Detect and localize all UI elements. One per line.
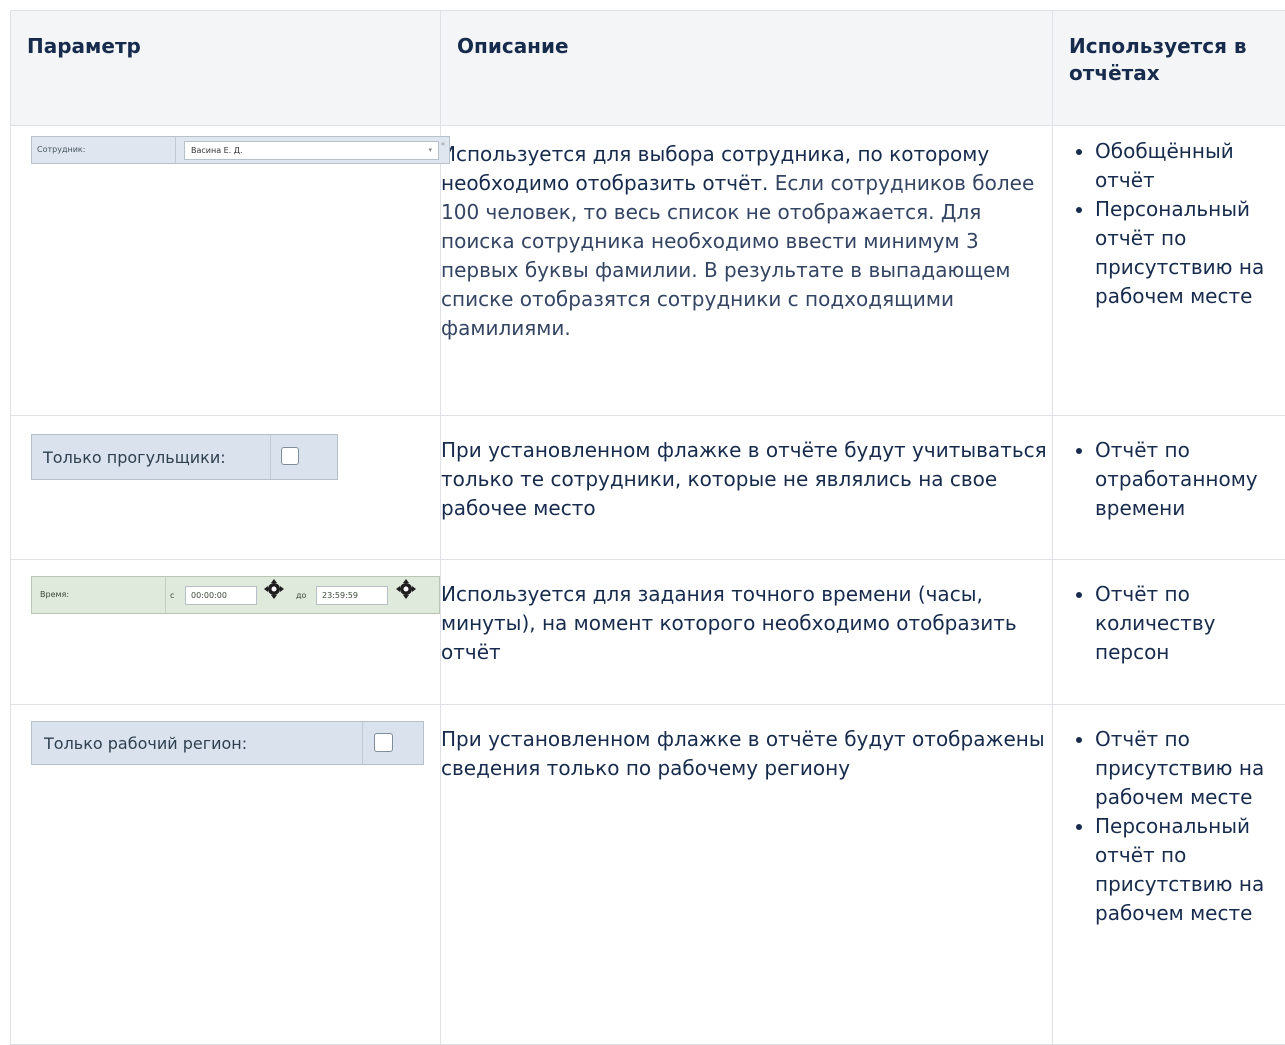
used-in-cell: Отчёт по количеству персон <box>1053 560 1285 705</box>
parameters-table: Параметр Описание Используется в отчётах… <box>10 10 1285 1045</box>
report-item: Обобщённый отчёт <box>1095 137 1285 195</box>
report-item: Персональный отчёт по присутствию на раб… <box>1095 195 1285 311</box>
report-item: Отчёт по количеству персон <box>1095 580 1285 667</box>
employee-dropdown[interactable]: Васина Е. Д. ▾ <box>184 141 439 160</box>
to-label: до <box>296 591 306 600</box>
employee-selector-widget: Сотрудник: Васина Е. Д. ▾ * <box>31 136 450 164</box>
param-cell: Время: с 00:00:00 до 23:59:59 <box>11 560 441 705</box>
report-item: Отчёт по отработанному времени <box>1095 436 1285 523</box>
report-list: Отчёт по количеству персон <box>1053 580 1285 667</box>
time-from-input[interactable]: 00:00:00 <box>185 586 257 605</box>
report-item: Персональный отчёт по присутствию на раб… <box>1095 812 1285 928</box>
used-in-cell: Отчёт по присутствию на рабочем месте Пе… <box>1053 705 1285 1045</box>
divider <box>165 577 166 613</box>
from-label: с <box>170 591 174 600</box>
used-in-cell: Отчёт по отработанному времени <box>1053 416 1285 560</box>
description-cell: При установленном флажке в отчёте будут … <box>441 705 1053 1045</box>
description-text: При установленном флажке в отчёте будут … <box>441 436 1052 523</box>
description-cell: Используется для задания точного времени… <box>441 560 1053 705</box>
work-region-only-widget: Только рабочий регион: <box>31 721 424 765</box>
chevron-down-icon: ▾ <box>428 146 432 154</box>
required-marker: * <box>441 141 445 150</box>
time-label: Время: <box>40 590 69 599</box>
time-range-widget: Время: с 00:00:00 до 23:59:59 <box>31 576 440 614</box>
divider <box>175 137 176 163</box>
truants-only-widget: Только прогульщики: <box>31 434 338 480</box>
description-note: Если сотрудников более 100 человек, то в… <box>441 171 1034 340</box>
header-used-in-label: Используется в отчётах <box>1069 34 1247 85</box>
report-item: Отчёт по присутствию на рабочем месте <box>1095 725 1285 812</box>
description-cell: Используется для выбора сотрудника, по к… <box>441 126 1053 416</box>
table-row: Только рабочий регион: При установленном… <box>11 705 1285 1045</box>
time-to-input[interactable]: 23:59:59 <box>316 586 388 605</box>
header-param: Параметр <box>11 11 441 126</box>
header-used-in: Используется в отчётах <box>1053 11 1285 126</box>
time-spinner-icon[interactable] <box>263 578 285 600</box>
table-row: Сотрудник: Васина Е. Д. ▾ * Используется… <box>11 126 1285 416</box>
description-text: Используется для выбора сотрудника, по к… <box>441 140 1052 343</box>
time-spinner-icon[interactable] <box>395 578 417 600</box>
divider <box>270 435 271 479</box>
employee-dropdown-value: Васина Е. Д. <box>191 146 243 155</box>
param-cell: Только рабочий регион: <box>11 705 441 1045</box>
description-text: Используется для задания точного времени… <box>441 580 1052 667</box>
description-text: При установленном флажке в отчёте будут … <box>441 725 1052 783</box>
report-list: Отчёт по отработанному времени <box>1053 436 1285 523</box>
header-description: Описание <box>441 11 1053 126</box>
truants-only-checkbox[interactable] <box>281 447 299 465</box>
report-list: Отчёт по присутствию на рабочем месте Пе… <box>1053 725 1285 928</box>
table-row: Только прогульщики: При установленном фл… <box>11 416 1285 560</box>
truants-only-label: Только прогульщики: <box>43 448 226 467</box>
time-from-value: 00:00:00 <box>191 591 227 600</box>
time-to-value: 23:59:59 <box>322 591 358 600</box>
work-region-only-checkbox[interactable] <box>374 733 393 752</box>
param-cell: Только прогульщики: <box>11 416 441 560</box>
table-header-row: Параметр Описание Используется в отчётах <box>11 11 1285 126</box>
report-list: Обобщённый отчёт Персональный отчёт по п… <box>1053 137 1285 311</box>
used-in-cell: Обобщённый отчёт Персональный отчёт по п… <box>1053 126 1285 416</box>
work-region-only-label: Только рабочий регион: <box>44 734 247 753</box>
param-cell: Сотрудник: Васина Е. Д. ▾ * <box>11 126 441 416</box>
description-cell: При установленном флажке в отчёте будут … <box>441 416 1053 560</box>
table-row: Время: с 00:00:00 до 23:59:59 <box>11 560 1285 705</box>
divider <box>362 722 363 764</box>
employee-label: Сотрудник: <box>37 145 85 154</box>
